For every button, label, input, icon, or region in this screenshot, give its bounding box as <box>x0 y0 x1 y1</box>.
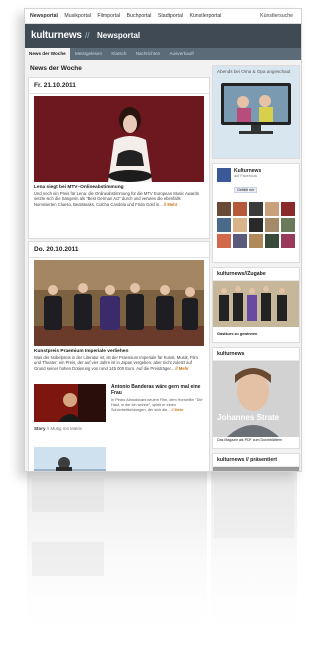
ad-text: Abends bei Oma & Opa angeschaut <box>217 69 291 74</box>
date-heading: Do. 20.10.2011 <box>29 242 209 258</box>
cover-image <box>213 361 299 437</box>
magazine-box: kulturnews Johannes Strate Das Magazin a… <box>212 347 300 449</box>
tab-meistgelesen[interactable]: Meistgelesen <box>71 48 106 60</box>
fan-avatar[interactable] <box>265 202 279 216</box>
fb-like-button[interactable]: Gefällt mir <box>234 187 258 193</box>
magazine-cover[interactable]: Johannes Strate <box>213 361 299 437</box>
review-row <box>28 447 210 471</box>
logo-separator: // <box>85 31 90 40</box>
nav-stadtportal[interactable]: Stadtportal <box>158 13 183 19</box>
fb-subtitle: auf Facebook <box>234 174 258 178</box>
section-tabs: News der Woche Meistgelesen Klatsch Nach… <box>25 48 301 60</box>
fan-avatar[interactable] <box>217 202 231 216</box>
more-link[interactable]: // Mehr <box>175 366 189 371</box>
story-teaser: In Pedro Almodóvars neuem Film, dem Horr… <box>111 398 206 412</box>
site-header: kulturnews // Newsportal <box>25 24 301 48</box>
lena-image <box>34 96 204 182</box>
nav-musikportal[interactable]: Musikportal <box>64 13 91 19</box>
story-headline[interactable]: Antonio Banderas wäre gern mal eine Frau <box>111 384 206 396</box>
browser-page: Newsportal Musikportal Filmportal Buchpo… <box>24 8 302 472</box>
fb-fan-grid <box>213 200 299 250</box>
banderas-thumb[interactable] <box>34 384 106 422</box>
teaser-text: Was der Nobelpreis in der Literatur ist,… <box>34 355 198 371</box>
lena-photo[interactable] <box>34 96 204 182</box>
logo[interactable]: kulturnews <box>31 30 82 41</box>
fb-titles: Kulturnews auf Facebook Gefällt mir <box>234 168 261 196</box>
fan-avatar[interactable] <box>281 218 295 232</box>
fb-header: Kulturnews auf Facebook Gefällt mir <box>213 164 299 200</box>
fan-avatar[interactable] <box>233 202 247 216</box>
tab-klatsch[interactable]: Klatsch <box>107 48 130 60</box>
teaser: Was der Nobelpreis in der Literatur ist,… <box>29 355 209 371</box>
fan-avatar[interactable] <box>217 234 231 248</box>
story-label-text[interactable]: Story <box>34 426 46 431</box>
banderas-image <box>34 384 106 422</box>
tab-news-der-woche[interactable]: News der Woche <box>25 48 70 60</box>
portal-nav: Newsportal Musikportal Filmportal Buchpo… <box>25 9 301 24</box>
magazine-title[interactable]: kulturnews <box>213 348 299 361</box>
praesentiert-title[interactable]: kulturnews // präsentiert <box>213 454 299 467</box>
fan-avatar[interactable] <box>233 218 247 232</box>
story-row: Antonio Banderas wäre gern mal eine Frau… <box>29 380 209 440</box>
story-label-suffix: // Mutig mit Makle <box>46 426 83 431</box>
facebook-box: Kulturnews auf Facebook Gefällt mir <box>212 163 300 263</box>
magazine-caption[interactable]: Das Magazin als PDF zum Durchblättern <box>213 437 299 443</box>
reflection-image <box>27 472 297 647</box>
nav-newsportal[interactable]: Newsportal <box>30 13 58 19</box>
date-heading: Fr. 21.10.2011 <box>29 78 209 94</box>
sidebar: Abends bei Oma & Opa angeschaut Kulturne… <box>212 65 300 471</box>
fan-avatar[interactable] <box>265 234 279 248</box>
fan-avatar[interactable] <box>249 234 263 248</box>
zugabe-image[interactable] <box>213 281 299 327</box>
fan-avatar[interactable] <box>265 218 279 232</box>
fan-avatar[interactable] <box>281 234 295 248</box>
section-title: News der Woche <box>30 65 82 72</box>
fan-avatar[interactable] <box>249 218 263 232</box>
zugabe-caption[interactable]: Gastkurs zu gewinnen <box>213 332 299 336</box>
artist-search-link[interactable]: Künstlersuche <box>260 9 293 23</box>
section-header: News der Woche <box>28 63 208 75</box>
nav-buchportal[interactable]: Buchportal <box>127 13 152 19</box>
zugabe-title[interactable]: kulturnews//Zugabe <box>213 268 299 281</box>
headline[interactable]: Lena siegt bei MTV–Onlineabstimmung <box>29 182 209 191</box>
fan-avatar[interactable] <box>281 202 295 216</box>
fan-avatar[interactable] <box>233 234 247 248</box>
ad-banner[interactable]: Abends bei Oma & Opa angeschaut <box>212 65 300 159</box>
page-reflection <box>24 472 300 647</box>
headline[interactable]: Kunstpreis Praemium Imperiale verliehen <box>29 346 209 355</box>
award-photo[interactable] <box>34 260 204 346</box>
praesentiert-box: kulturnews // präsentiert <box>212 453 300 471</box>
portal-title: Newsportal <box>97 31 141 40</box>
more-link[interactable]: // Mehr <box>171 408 183 412</box>
zugabe-box: kulturnews//Zugabe Gastkurs zu gewinnen <box>212 267 300 343</box>
news-card-day1: Fr. 21.10.2011 Lena siegt bei MTV–Online… <box>28 77 210 239</box>
story-label: Story // Mutig mit Makle <box>34 426 82 431</box>
main-column: News der Woche Fr. 21.10.2011 Lena siegt… <box>28 63 210 471</box>
story-teaser-text: In Pedro Almodóvars neuem Film, dem Horr… <box>111 398 203 412</box>
nav-filmportal[interactable]: Filmportal <box>97 13 120 19</box>
tab-ausverkauft[interactable]: Ausverkauft <box>165 48 197 60</box>
nav-kuenstlerportal[interactable]: Künstlerportal <box>189 13 221 19</box>
teaser: Und noch ein Preis für Lena: die Onlinea… <box>29 191 209 207</box>
cover-name: Johannes Strate <box>217 413 280 422</box>
tv-image <box>221 83 291 134</box>
award-image <box>34 260 204 346</box>
news-card-day2: Do. 20.10.2011 Kunstpreis Praemium Imper… <box>28 241 210 471</box>
fan-avatar[interactable] <box>249 202 263 216</box>
fb-avatar <box>217 168 231 182</box>
more-link[interactable]: // Mehr <box>164 202 178 207</box>
tab-nachrichten[interactable]: Nachrichten <box>132 48 165 60</box>
fan-avatar[interactable] <box>217 218 231 232</box>
groenemeyer-thumb[interactable] <box>34 447 106 471</box>
groenemeyer-image <box>34 447 106 471</box>
